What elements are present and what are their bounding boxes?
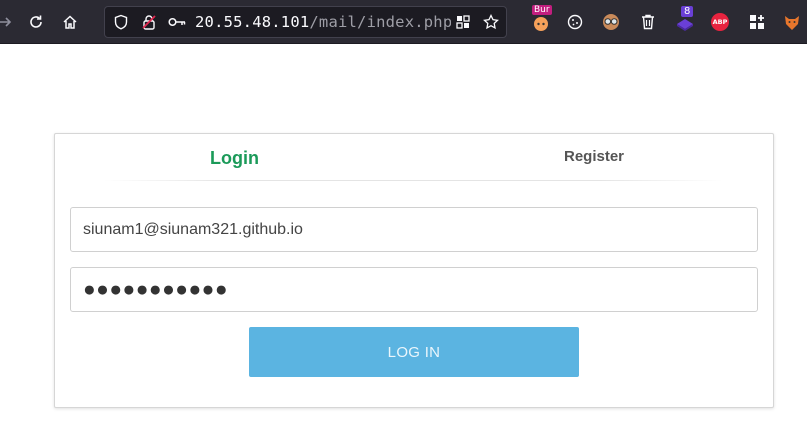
forward-icon[interactable] — [0, 10, 18, 34]
trash-icon[interactable] — [636, 10, 660, 34]
extensions-icon[interactable] — [745, 10, 769, 34]
browser-toolbar: 20.55.48.101/mail/index.php Bur 8 ABP — [0, 0, 807, 44]
toolbar-border — [0, 43, 807, 44]
login-button[interactable]: LOG IN — [249, 327, 579, 377]
counter-extension-icon[interactable]: 8 — [673, 6, 697, 34]
burp-extension-icon[interactable]: Bur — [529, 5, 553, 34]
login-card: Login Register siunam1@siunam321.github.… — [54, 133, 774, 408]
burp-badge: Bur — [532, 5, 552, 15]
tabs-divider — [103, 180, 723, 181]
shield-icon[interactable] — [109, 10, 133, 34]
email-field[interactable]: siunam1@siunam321.github.io — [70, 207, 758, 252]
cookie-icon[interactable] — [563, 10, 587, 34]
url-path: /mail/index.php — [309, 13, 453, 31]
url-bar[interactable]: 20.55.48.101/mail/index.php — [104, 6, 507, 38]
password-field[interactable]: ●●●●●●●●●●● — [70, 267, 758, 312]
password-value: ●●●●●●●●●●● — [83, 277, 229, 301]
qr-code-icon[interactable] — [451, 10, 475, 34]
bookmark-star-icon[interactable] — [479, 10, 503, 34]
tab-login[interactable]: Login — [210, 148, 259, 169]
counter-badge: 8 — [681, 6, 694, 17]
url-text[interactable]: 20.55.48.101/mail/index.php — [195, 13, 452, 31]
insecure-lock-icon[interactable] — [137, 10, 161, 34]
adblock-label: ABP — [712, 18, 728, 26]
url-host: 20.55.48.101 — [195, 13, 310, 31]
home-icon[interactable] — [58, 10, 82, 34]
tab-register[interactable]: Register — [564, 148, 624, 165]
adblock-icon[interactable]: ABP — [708, 10, 732, 34]
email-value: siunam1@siunam321.github.io — [83, 220, 303, 238]
key-icon[interactable] — [165, 10, 189, 34]
firefox-profile-icon[interactable] — [780, 10, 804, 34]
spy-glasses-icon[interactable] — [599, 10, 623, 34]
reload-icon[interactable] — [24, 10, 48, 34]
